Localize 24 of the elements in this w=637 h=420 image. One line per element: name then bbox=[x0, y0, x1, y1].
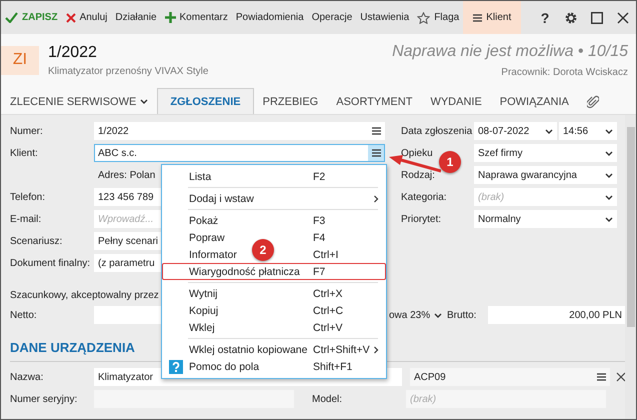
field-label: Dokument finalny: bbox=[10, 258, 90, 268]
status-text: Naprawa nie jest możliwa • 10/15 bbox=[392, 42, 628, 60]
field-label: Netto: bbox=[10, 310, 37, 320]
field-label: Nazwa: bbox=[10, 372, 44, 382]
document-title: 1/2022 bbox=[48, 44, 98, 62]
field-label: Klient: bbox=[10, 148, 38, 158]
section-caption: Szacunkowy, akceptowalny przez bbox=[10, 290, 159, 300]
document-badge: ZI bbox=[1, 46, 39, 74]
field-label: Numer: bbox=[10, 126, 43, 136]
field-label: Brutto: bbox=[447, 310, 476, 320]
field-label: Numer seryjny: bbox=[10, 394, 78, 404]
employee-text: Pracownik: Dorota Wciskacz bbox=[501, 66, 628, 78]
field-label: Rodzaj: bbox=[401, 170, 435, 180]
field-label: Telefon: bbox=[10, 192, 46, 202]
document-subtitle: Klimatyzator przenośny VIVAX Style bbox=[48, 66, 208, 76]
field-label: E-mail: bbox=[10, 214, 42, 224]
field-label: Data zgłoszenia bbox=[401, 126, 472, 136]
field-label: Kategoria: bbox=[401, 192, 447, 202]
field-label: Opieku bbox=[401, 148, 433, 158]
field-label: Model: bbox=[312, 394, 342, 404]
field-label: Scenariusz: bbox=[10, 236, 62, 246]
field-label: Priorytet: bbox=[401, 214, 442, 224]
address-text: Adres: Polan bbox=[97, 170, 156, 180]
callout-badge: 1 bbox=[439, 151, 461, 173]
